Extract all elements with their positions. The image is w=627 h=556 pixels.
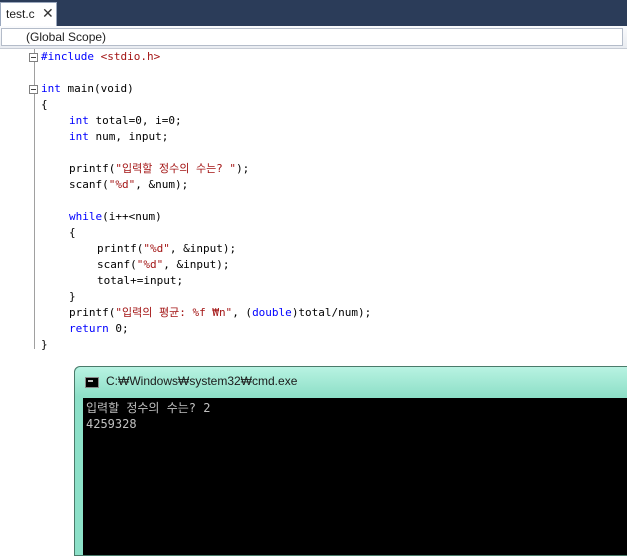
code-line: scanf("%d", &input); [97,258,230,271]
code-line: } [41,338,48,351]
code-line: int total=0, i=0; [69,114,182,127]
scope-dropdown[interactable]: (Global Scope) [1,28,623,46]
console-line: 입력할 정수의 수는? 2 [86,401,211,415]
collapse-icon[interactable] [29,53,38,62]
console-window[interactable]: C:₩Windows₩system32₩cmd.exe 입력할 정수의 수는? … [74,366,627,556]
cmd-icon [85,377,99,388]
code-line: int num, input; [69,130,169,143]
code-line: while(i++<num) [69,210,162,223]
collapse-icon[interactable] [29,85,38,94]
console-output[interactable]: 입력할 정수의 수는? 2 4259328 [83,398,627,555]
scope-label: (Global Scope) [26,30,107,44]
code-line: total+=input; [97,274,184,287]
code-line: int main(void) [41,82,134,95]
code-line: #include <stdio.h> [41,50,161,63]
code-line: } [69,290,76,303]
tab-label: test.c [6,7,35,21]
console-title-bar[interactable]: C:₩Windows₩system32₩cmd.exe [75,367,627,397]
navigation-bar: (Global Scope) [0,26,627,49]
code-line: return 0; [69,322,129,335]
console-title: C:₩Windows₩system32₩cmd.exe [106,374,298,388]
close-icon[interactable]: ✕ [42,5,54,21]
code-line: printf("입력할 정수의 수는? "); [69,162,250,175]
console-line: 4259328 [86,417,137,431]
code-line: scanf("%d", &num); [69,178,189,191]
outline-margin-line [34,49,35,349]
document-tab-strip: test.c ✕ [0,0,627,26]
code-line: printf("%d", &input); [97,242,237,255]
code-line: { [69,226,76,239]
tab-test-c[interactable]: test.c ✕ [0,2,57,26]
code-line: printf("입력의 평균: %f ₩n", (double)total/nu… [69,306,372,319]
code-line: { [41,98,48,111]
